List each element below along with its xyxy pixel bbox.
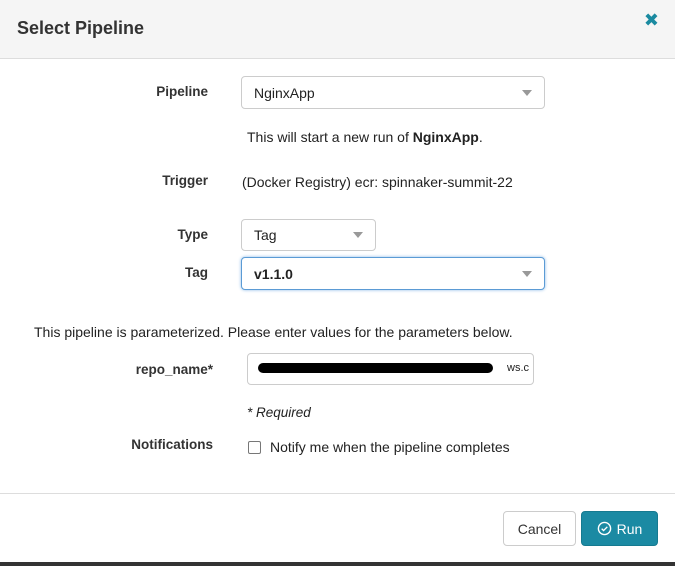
chevron-down-icon [353, 232, 363, 238]
pipeline-select[interactable]: NginxApp [241, 76, 545, 109]
tag-select[interactable]: v1.1.0 [241, 257, 545, 290]
repo-name-input[interactable]: ws.c [247, 353, 534, 385]
pipeline-select-value: NginxApp [254, 84, 315, 101]
type-label: Type [177, 227, 208, 242]
tag-select-value: v1.1.0 [254, 265, 293, 282]
trigger-value: (Docker Registry) ecr: spinnaker-summit-… [242, 174, 513, 190]
dialog-header: Select Pipeline ✖ [0, 0, 675, 59]
run-button[interactable]: Run [581, 511, 658, 546]
close-icon[interactable]: ✖ [644, 10, 659, 31]
notifications-label: Notifications [131, 437, 213, 452]
chevron-down-icon [522, 89, 532, 96]
check-circle-icon [597, 521, 611, 536]
pipeline-info-suffix: . [478, 129, 483, 145]
type-select-value: Tag [254, 227, 277, 243]
window-edge [0, 562, 675, 566]
redaction-bar [258, 363, 493, 373]
pipeline-label: Pipeline [156, 84, 208, 99]
pipeline-info: This will start a new run of NginxApp. [247, 129, 483, 145]
repo-name-label: repo_name* [135, 362, 213, 377]
dialog-title: Select Pipeline [17, 18, 145, 38]
parameters-intro: This pipeline is parameterized. Please e… [34, 324, 513, 340]
pipeline-info-name: NginxApp [412, 129, 479, 145]
type-select[interactable]: Tag [241, 219, 376, 251]
pipeline-info-prefix: This will start a new run of [247, 129, 413, 145]
run-button-label: Run [616, 520, 643, 537]
notify-checkbox-label[interactable]: Notify me when the pipeline completes [270, 439, 510, 455]
tag-label: Tag [185, 265, 208, 280]
chevron-down-icon [522, 270, 532, 277]
required-note: * Required [247, 405, 311, 420]
notify-checkbox[interactable] [248, 441, 261, 454]
repo-name-visible-suffix: ws.c [507, 362, 529, 374]
trigger-label: Trigger [162, 173, 208, 188]
cancel-button[interactable]: Cancel [503, 511, 576, 546]
footer-divider [0, 493, 675, 494]
